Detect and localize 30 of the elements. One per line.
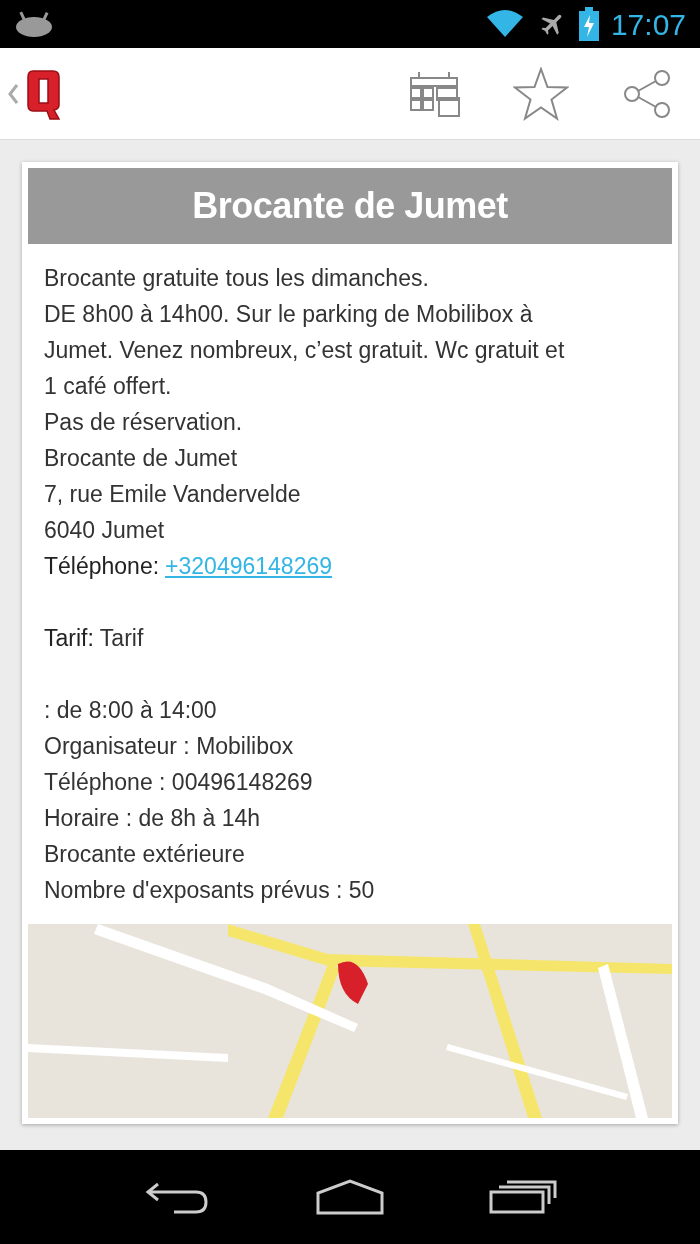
detail-text: 1 café offert. xyxy=(44,372,172,401)
clock-time: 17:07 xyxy=(610,6,686,43)
detail-text: DE 8h00 à 14h00. Sur le parking de Mobilibox à xyxy=(44,300,533,329)
detail-text: Brocante de Jumet xyxy=(44,444,238,473)
field-label: Tarif: xyxy=(44,624,94,653)
detail-text: Pas de réservation. xyxy=(44,408,243,437)
recent-apps-icon xyxy=(489,1180,558,1214)
field-value: Tarif xyxy=(99,624,144,653)
phone-link[interactable]: +320496148269 xyxy=(165,548,333,584)
share-icon xyxy=(622,68,672,119)
event-title: Brocante de Jumet xyxy=(192,184,508,228)
detail-text: Horaire : de 8h à 14h xyxy=(44,804,261,833)
back-arrow-icon xyxy=(143,1180,210,1214)
detail-text: 6040 Jumet xyxy=(44,516,165,545)
back-caret-icon xyxy=(8,82,18,105)
field-label: Téléphone: xyxy=(44,552,160,581)
detail-text: Téléphone : 00496148269 xyxy=(44,768,313,797)
detail-text: 7, rue Emile Vandervelde xyxy=(44,480,301,509)
wifi-icon xyxy=(484,9,525,39)
android-icon xyxy=(14,10,54,38)
battery-icon xyxy=(578,7,599,41)
detail-text: Organisateur : Mobilibox xyxy=(44,732,294,761)
calendar-icon xyxy=(409,69,461,118)
detail-text: Jumet. Venez nombreux, c’est gratuit. Wc gratuit et xyxy=(44,336,565,365)
detail-text: Brocante extérieure xyxy=(44,840,245,869)
home-icon xyxy=(314,1179,386,1215)
star-icon xyxy=(513,66,569,121)
detail-text: Nombre d'exposants prévus : 50 xyxy=(44,876,375,905)
detail-text: Brocante gratuite tous les dimanches. xyxy=(44,264,429,293)
detail-text: : de 8:00 à 14:00 xyxy=(44,696,217,725)
